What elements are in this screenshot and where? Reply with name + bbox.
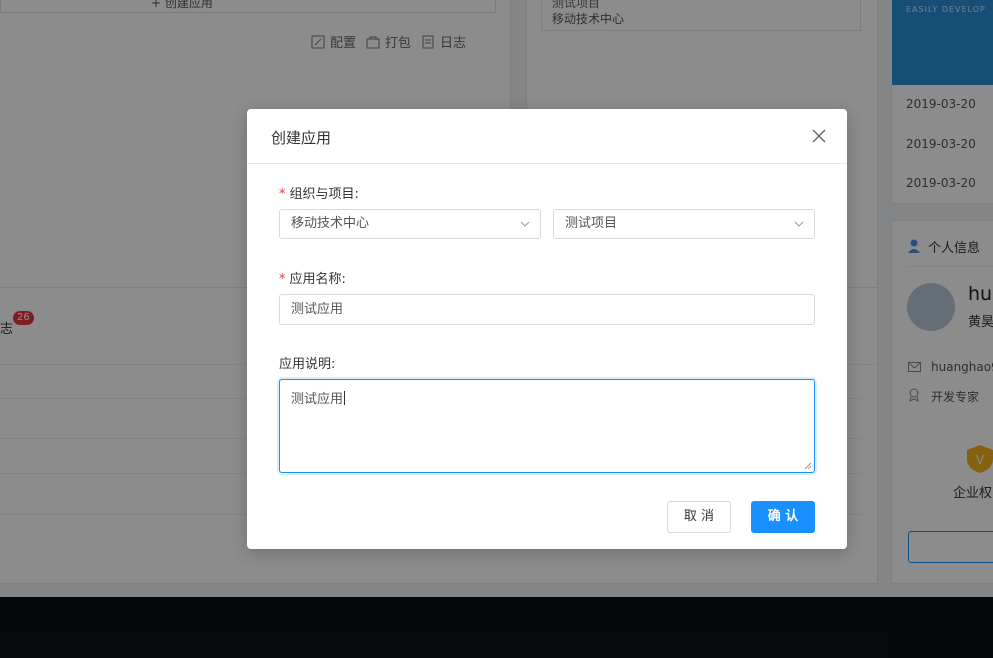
project-select-value: 测试项目 xyxy=(565,216,618,231)
org-project-label-text: 组织与项目: xyxy=(289,187,359,202)
org-project-label: * 组织与项目: xyxy=(279,183,359,202)
chevron-down-icon xyxy=(794,221,804,227)
app-desc-textarea[interactable]: 测试应用 xyxy=(279,379,815,473)
app-name-label: * 应用名称: xyxy=(279,268,346,287)
org-select[interactable]: 移动技术中心 xyxy=(279,209,541,239)
app-name-value: 测试应用 xyxy=(291,302,344,317)
app-name-input[interactable]: 测试应用 xyxy=(279,294,815,325)
confirm-button[interactable]: 确 认 xyxy=(751,501,815,533)
cancel-button[interactable]: 取 消 xyxy=(667,501,731,533)
required-asterisk: * xyxy=(279,187,286,202)
org-select-value: 移动技术中心 xyxy=(291,216,370,231)
dialog-header: 创建应用 xyxy=(247,109,847,164)
text-caret xyxy=(344,391,346,405)
close-icon[interactable] xyxy=(809,126,829,146)
chevron-down-icon xyxy=(520,221,530,227)
required-asterisk: * xyxy=(279,272,286,287)
project-select[interactable]: 测试项目 xyxy=(553,209,815,239)
modal-mask-footer[interactable] xyxy=(0,597,993,658)
resize-grip-icon[interactable] xyxy=(804,462,812,470)
dialog-title: 创建应用 xyxy=(271,129,332,147)
app-name-label-text: 应用名称: xyxy=(289,272,346,287)
create-app-dialog: 创建应用 * 组织与项目: 移动技术中心 测试项目 * 应用名称: 测试应用 应用说… xyxy=(247,109,847,549)
app-desc-value: 测试应用 xyxy=(291,392,344,407)
app-desc-label: 应用说明: xyxy=(279,357,336,372)
